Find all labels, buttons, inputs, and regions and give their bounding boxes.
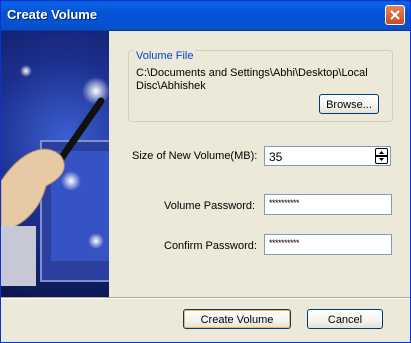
create-volume-button[interactable]: Create Volume — [183, 309, 291, 329]
size-value: 35 — [269, 150, 283, 164]
window-title: Create Volume — [7, 7, 98, 22]
wizard-image — [1, 65, 109, 286]
create-volume-dialog: Create Volume Volume File C:\Documents a… — [0, 0, 411, 343]
volume-password-input[interactable]: ********** — [264, 194, 392, 215]
size-input[interactable]: 35 — [264, 146, 391, 166]
footer-separator — [1, 297, 410, 299]
cancel-button[interactable]: Cancel — [307, 309, 383, 329]
volume-file-label: Volume File — [134, 50, 196, 62]
title-bar[interactable]: Create Volume — [1, 1, 410, 31]
close-button[interactable] — [385, 5, 405, 25]
confirm-password-input[interactable]: ********** — [264, 234, 392, 255]
volume-file-path: C:\Documents and Settings\Abhi\Desktop\L… — [136, 67, 368, 89]
confirm-password-value: ********** — [269, 238, 300, 248]
arrow-up-icon[interactable] — [375, 148, 388, 156]
volume-password-value: ********** — [269, 198, 300, 208]
size-stepper[interactable] — [375, 148, 388, 164]
confirm-password-label: Confirm Password: — [164, 240, 257, 252]
arrow-down-icon[interactable] — [375, 156, 388, 164]
size-label: Size of New Volume(MB): — [132, 150, 258, 162]
decorative-artwork — [1, 31, 109, 297]
volume-password-label: Volume Password: — [164, 200, 256, 212]
browse-button[interactable]: Browse... — [319, 94, 379, 114]
close-icon — [390, 10, 400, 20]
